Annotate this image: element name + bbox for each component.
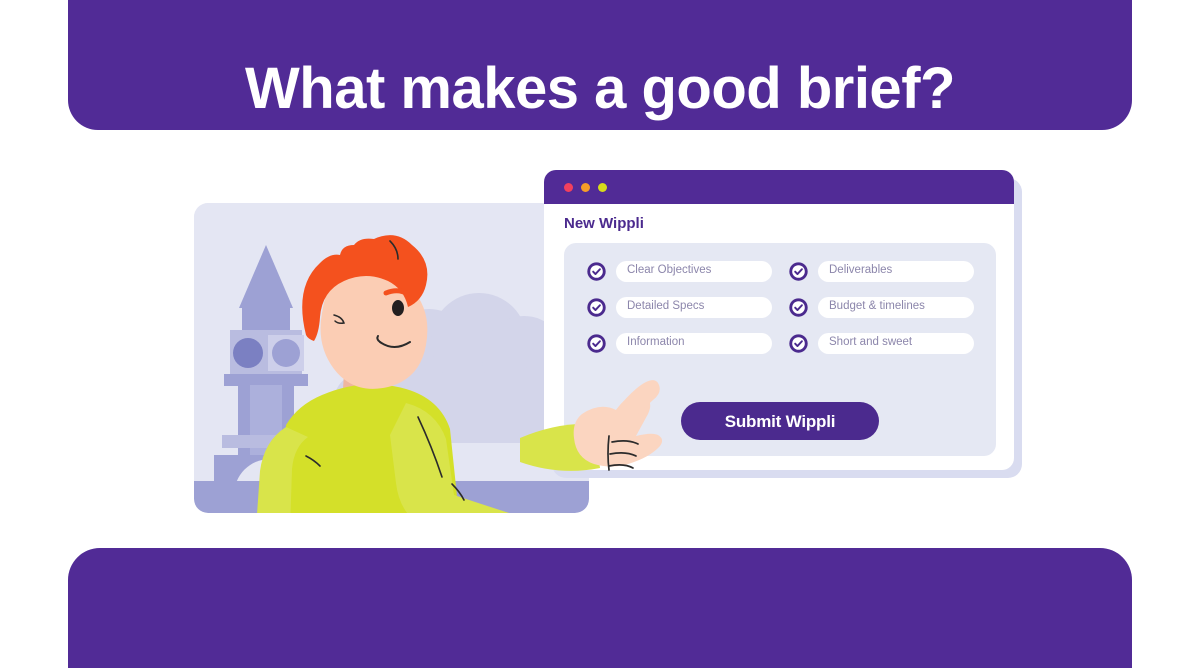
- checklist-item[interactable]: Clear Objectives: [586, 260, 772, 282]
- field-label: Information: [627, 336, 685, 349]
- checklist-item[interactable]: Detailed Specs: [586, 296, 772, 318]
- field-pill[interactable]: Clear Objectives: [616, 260, 772, 282]
- submit-wippli-button[interactable]: Submit Wippli: [680, 402, 880, 440]
- browser-mockup: New Wippli Clear Objectives Deliverables…: [544, 170, 1022, 478]
- field-label: Detailed Specs: [627, 300, 705, 313]
- field-pill[interactable]: Information: [616, 332, 772, 354]
- checklist-grid: Clear Objectives Deliverables Detailed S…: [586, 260, 974, 354]
- checklist-item[interactable]: Short and sweet: [788, 332, 974, 354]
- form-panel: Clear Objectives Deliverables Detailed S…: [564, 242, 996, 456]
- check-circle-icon: [587, 333, 606, 353]
- browser-content: New Wippli Clear Objectives Deliverables…: [544, 204, 1014, 470]
- close-dot-icon[interactable]: [564, 182, 573, 192]
- check-circle-icon: [789, 297, 808, 317]
- check-circle-icon: [587, 297, 606, 317]
- check-circle-icon: [587, 261, 606, 281]
- field-label: Clear Objectives: [627, 264, 712, 277]
- bottom-banner: [68, 548, 1132, 668]
- illustration-artwork: [194, 203, 589, 513]
- minimize-dot-icon[interactable]: [581, 182, 590, 192]
- check-circle-icon: [789, 261, 808, 281]
- hero-illustration: [194, 203, 589, 513]
- field-label: Short and sweet: [829, 336, 913, 349]
- browser-titlebar: [544, 170, 1014, 204]
- field-pill[interactable]: Budget & timelines: [818, 296, 974, 318]
- check-circle-icon: [789, 333, 808, 353]
- field-pill[interactable]: Detailed Specs: [616, 296, 772, 318]
- checklist-item[interactable]: Deliverables: [788, 260, 974, 282]
- top-banner: What makes a good brief?: [68, 0, 1132, 130]
- browser-card: New Wippli Clear Objectives Deliverables…: [544, 170, 1014, 470]
- field-pill[interactable]: Short and sweet: [818, 332, 974, 354]
- page-title: What makes a good brief?: [245, 56, 955, 121]
- maximize-dot-icon[interactable]: [598, 182, 607, 192]
- field-label: Budget & timelines: [829, 300, 925, 313]
- submit-row: Submit Wippli: [586, 388, 974, 440]
- form-heading: New Wippli: [564, 215, 644, 232]
- field-label: Deliverables: [829, 264, 893, 277]
- checklist-item[interactable]: Information: [586, 332, 772, 354]
- illustration-background: [194, 203, 589, 513]
- field-pill[interactable]: Deliverables: [818, 260, 974, 282]
- checklist-item[interactable]: Budget & timelines: [788, 296, 974, 318]
